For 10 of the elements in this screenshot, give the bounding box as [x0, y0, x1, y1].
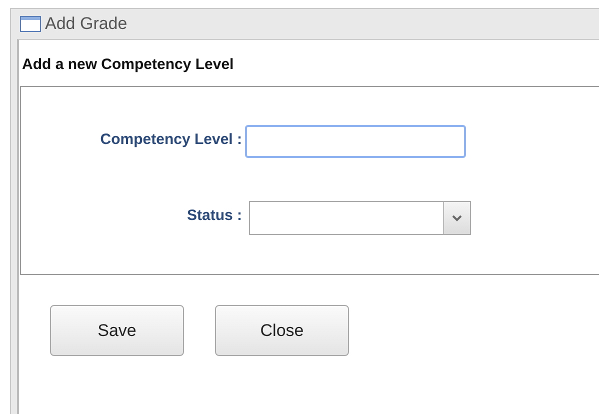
window-icon: [20, 16, 41, 32]
dialog-button[interactable]: Save: [50, 305, 184, 356]
dialog-button[interactable]: Close: [215, 305, 349, 356]
status-dropdown[interactable]: [249, 201, 471, 235]
chevron-down-icon: [452, 214, 462, 222]
text-field[interactable]: [245, 125, 466, 158]
field-label: Competency Level :: [99, 130, 243, 150]
window-title: Add Grade: [45, 13, 128, 35]
form-heading: Add a new Competency Level: [21, 55, 235, 75]
field-label: Status :: [186, 206, 243, 226]
